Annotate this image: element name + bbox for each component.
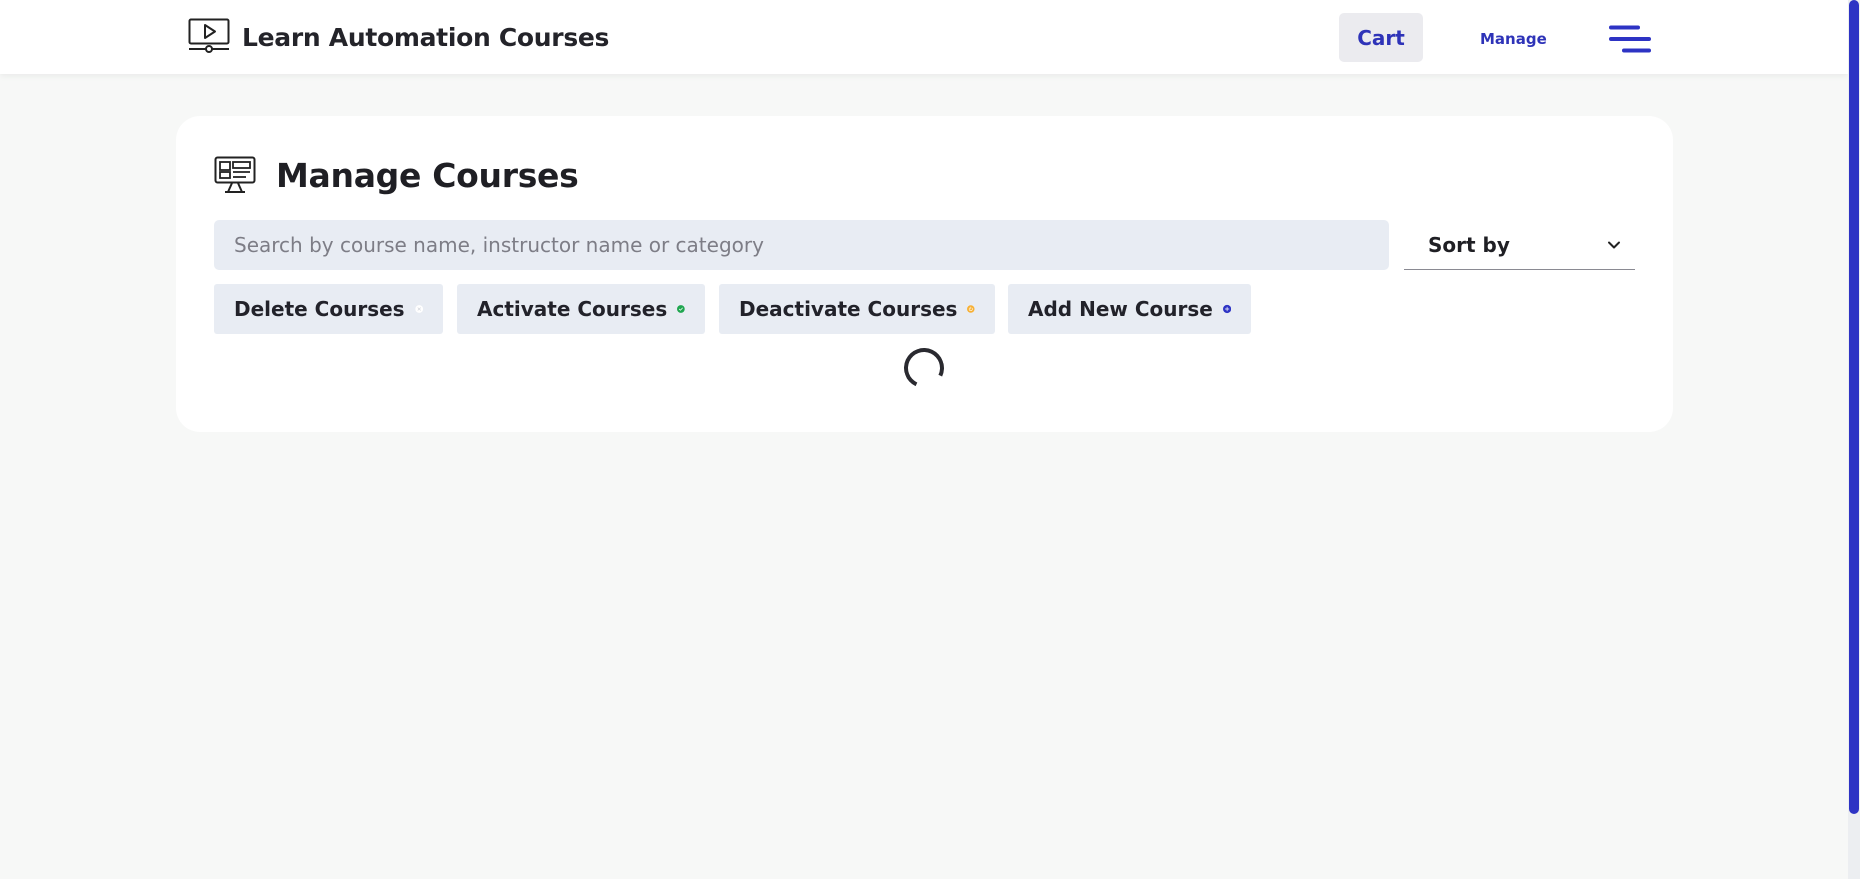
page-title: Manage Courses	[276, 155, 579, 195]
top-navbar: Learn Automation Courses Cart Manage	[0, 0, 1848, 74]
search-input[interactable]	[214, 220, 1389, 270]
activate-courses-button[interactable]: Activate Courses	[457, 284, 705, 334]
plus-circle-icon	[1222, 304, 1231, 314]
loading-spinner	[898, 342, 950, 394]
brand-title: Learn Automation Courses	[242, 22, 610, 52]
add-new-course-label: Add New Course	[1028, 297, 1213, 321]
video-player-icon	[188, 18, 230, 53]
hamburger-menu-icon[interactable]	[1608, 24, 1652, 54]
monitor-dashboard-icon	[214, 156, 256, 193]
cart-button[interactable]: Cart	[1339, 13, 1423, 62]
scrollbar-thumb[interactable]	[1849, 0, 1859, 814]
deactivate-courses-label: Deactivate Courses	[739, 297, 958, 321]
delete-courses-button[interactable]: Delete Courses	[214, 284, 443, 334]
manage-courses-card: Manage Courses Sort by Delete Courses Ac…	[176, 116, 1673, 432]
page-title-row: Manage Courses	[214, 155, 579, 195]
check-circle-icon	[677, 305, 685, 313]
power-circle-icon	[967, 305, 975, 313]
sort-by-label: Sort by	[1428, 232, 1510, 257]
brand[interactable]: Learn Automation Courses	[188, 18, 609, 56]
manage-link[interactable]: Manage	[1480, 30, 1547, 48]
sort-by-select[interactable]: Sort by	[1404, 220, 1635, 270]
deactivate-courses-button[interactable]: Deactivate Courses	[719, 284, 995, 334]
close-circle-icon	[414, 305, 423, 313]
chevron-down-icon	[1608, 241, 1620, 248]
add-new-course-button[interactable]: Add New Course	[1008, 284, 1251, 334]
activate-courses-label: Activate Courses	[477, 297, 668, 321]
delete-courses-label: Delete Courses	[234, 297, 405, 321]
